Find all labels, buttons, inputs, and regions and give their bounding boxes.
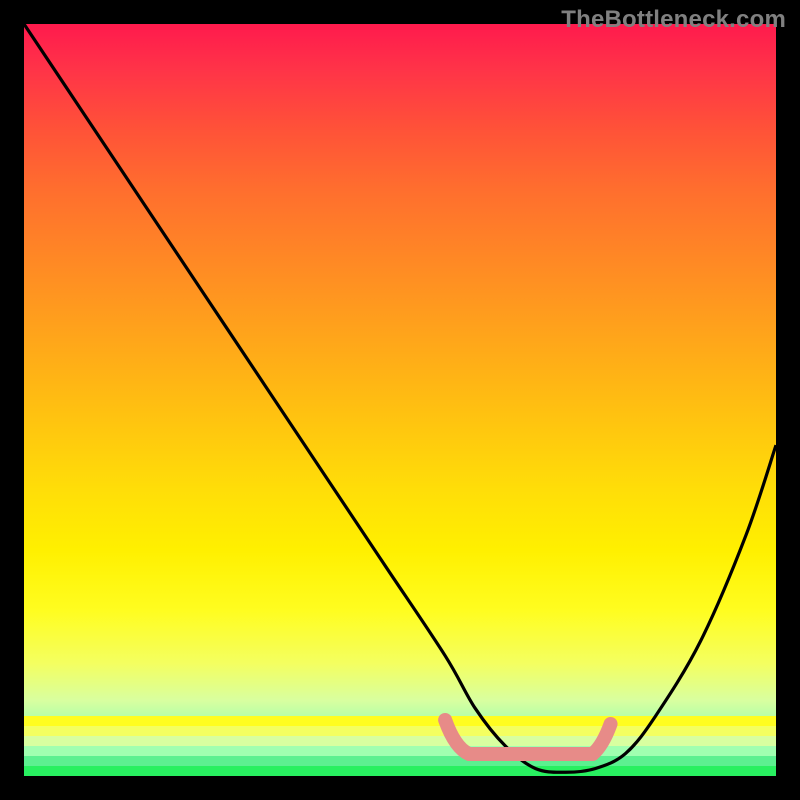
sweet-spot-band bbox=[24, 24, 776, 776]
plot-area bbox=[24, 24, 776, 776]
chart-container: TheBottleneck.com bbox=[0, 0, 800, 800]
watermark-text: TheBottleneck.com bbox=[561, 6, 786, 34]
